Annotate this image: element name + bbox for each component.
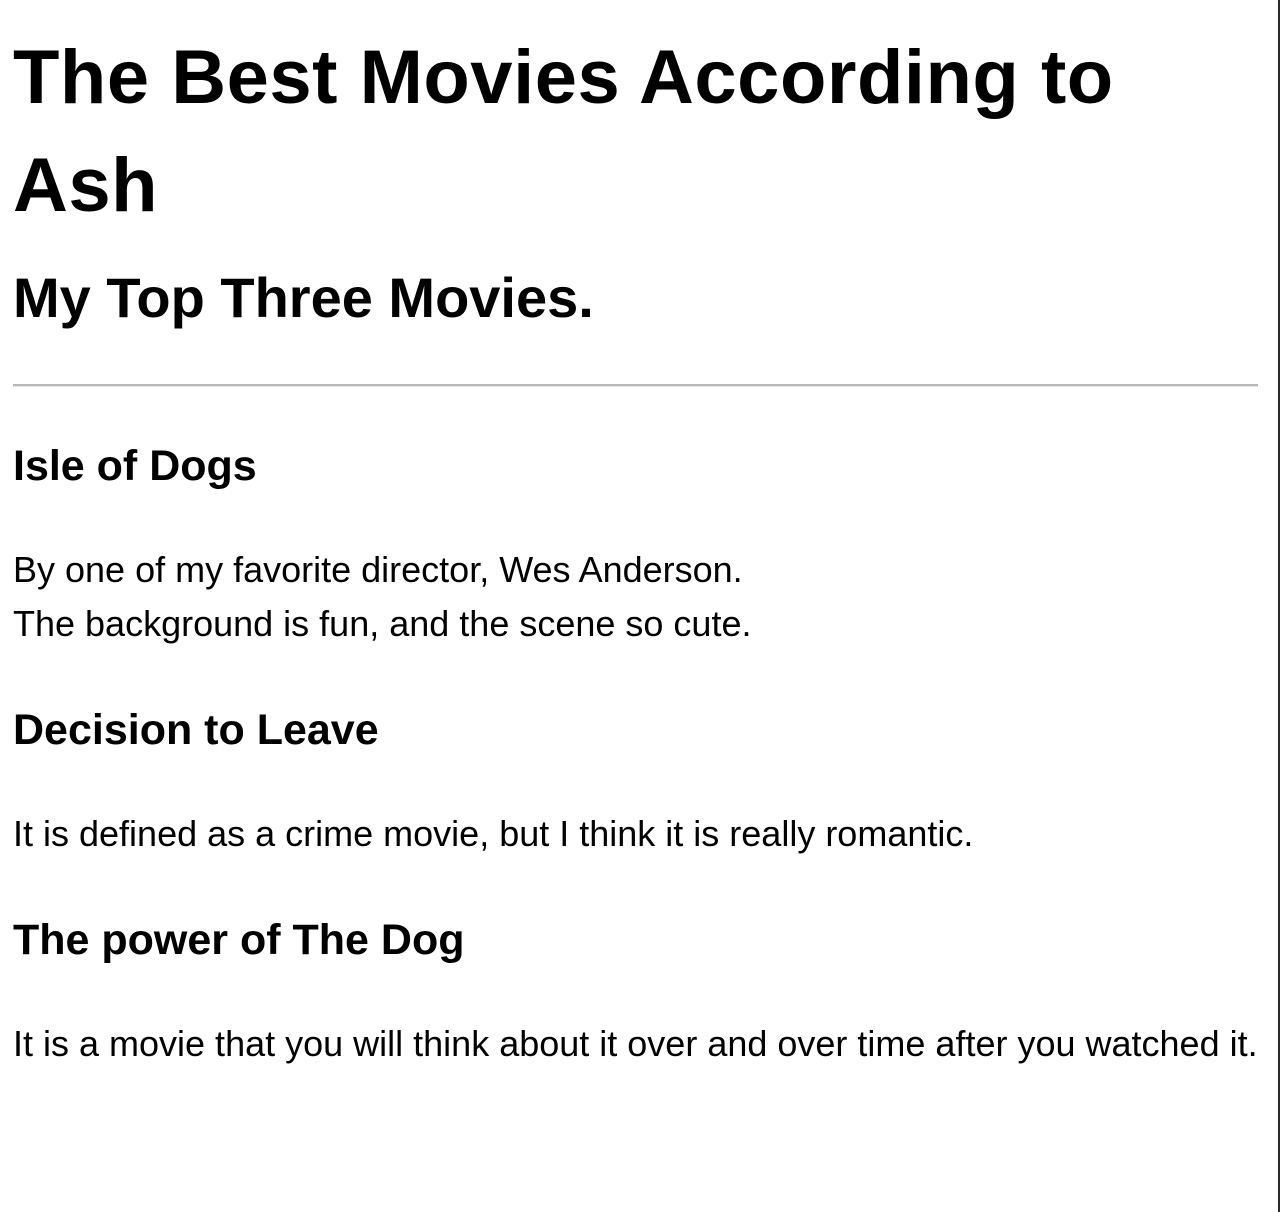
movie-title: Decision to Leave: [13, 706, 379, 754]
movie-description-line: The background is fun, and the scene so …: [13, 603, 752, 644]
movie-title: Isle of Dogs: [13, 442, 257, 490]
movie-description: It is a movie that you will think about …: [13, 1017, 1258, 1071]
section-divider: [13, 384, 1258, 387]
movie-title: The power of The Dog: [13, 916, 465, 964]
document-page: The Best Movies According to Ash My Top …: [0, 0, 1276, 1212]
movie-description: It is defined as a crime movie, but I th…: [13, 807, 1258, 861]
page-title: The Best Movies According to Ash: [13, 35, 1114, 228]
movie-item-isle-of-dogs: Isle of Dogs By one of my favorite direc…: [13, 441, 1258, 651]
page-subtitle: My Top Three Movies.: [13, 266, 594, 329]
movie-description-line: It is a movie that you will think about …: [13, 1023, 1258, 1064]
movie-description-line: It is defined as a crime movie, but I th…: [13, 813, 974, 854]
movie-description-line: By one of my favorite director, Wes Ande…: [13, 549, 743, 590]
movie-item-the-power-of-the-dog: The power of The Dog It is a movie that …: [13, 915, 1258, 1071]
movie-item-decision-to-leave: Decision to Leave It is defined as a cri…: [13, 705, 1258, 861]
movie-description: By one of my favorite director, Wes Ande…: [13, 543, 1258, 651]
